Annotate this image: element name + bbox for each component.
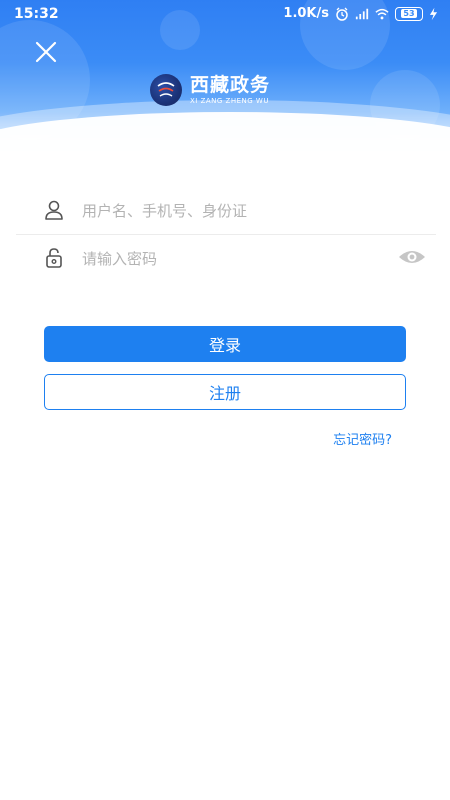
alarm-icon bbox=[336, 7, 348, 21]
wifi-icon bbox=[375, 8, 389, 19]
username-field[interactable]: 用户名、手机号、身份证 bbox=[16, 186, 436, 235]
close-icon[interactable] bbox=[34, 40, 58, 64]
app-logo: 西藏政务 XI ZANG ZHENG WU bbox=[150, 74, 270, 106]
battery-level: 53 bbox=[401, 9, 417, 18]
forgot-password-link[interactable]: 忘记密码? bbox=[333, 429, 392, 448]
signal-icon bbox=[355, 8, 369, 19]
password-field[interactable]: 请输入密码 bbox=[16, 234, 436, 282]
decor-wave bbox=[0, 112, 450, 165]
logo-emblem-icon bbox=[150, 74, 182, 106]
password-placeholder: 请输入密码 bbox=[82, 249, 158, 268]
battery-icon: 53 bbox=[395, 6, 423, 21]
logo-title: 西藏政务 bbox=[190, 73, 271, 96]
status-time: 15:32 bbox=[14, 6, 59, 22]
charging-icon bbox=[429, 7, 438, 20]
network-speed: 1.0K/s bbox=[283, 6, 329, 21]
lock-icon bbox=[46, 248, 62, 268]
logo-subtitle: XI ZANG ZHENG WU bbox=[190, 96, 269, 105]
status-bar: 15:32 1.0K/s 53 bbox=[0, 0, 450, 28]
status-right: 1.0K/s 53 bbox=[283, 6, 438, 21]
register-button[interactable]: 注册 bbox=[44, 374, 406, 410]
logo-text: 西藏政务 XI ZANG ZHENG WU bbox=[190, 75, 270, 106]
login-button[interactable]: 登录 bbox=[44, 326, 406, 362]
user-icon bbox=[45, 200, 63, 220]
username-placeholder: 用户名、手机号、身份证 bbox=[82, 201, 248, 220]
eye-icon[interactable] bbox=[398, 246, 426, 268]
